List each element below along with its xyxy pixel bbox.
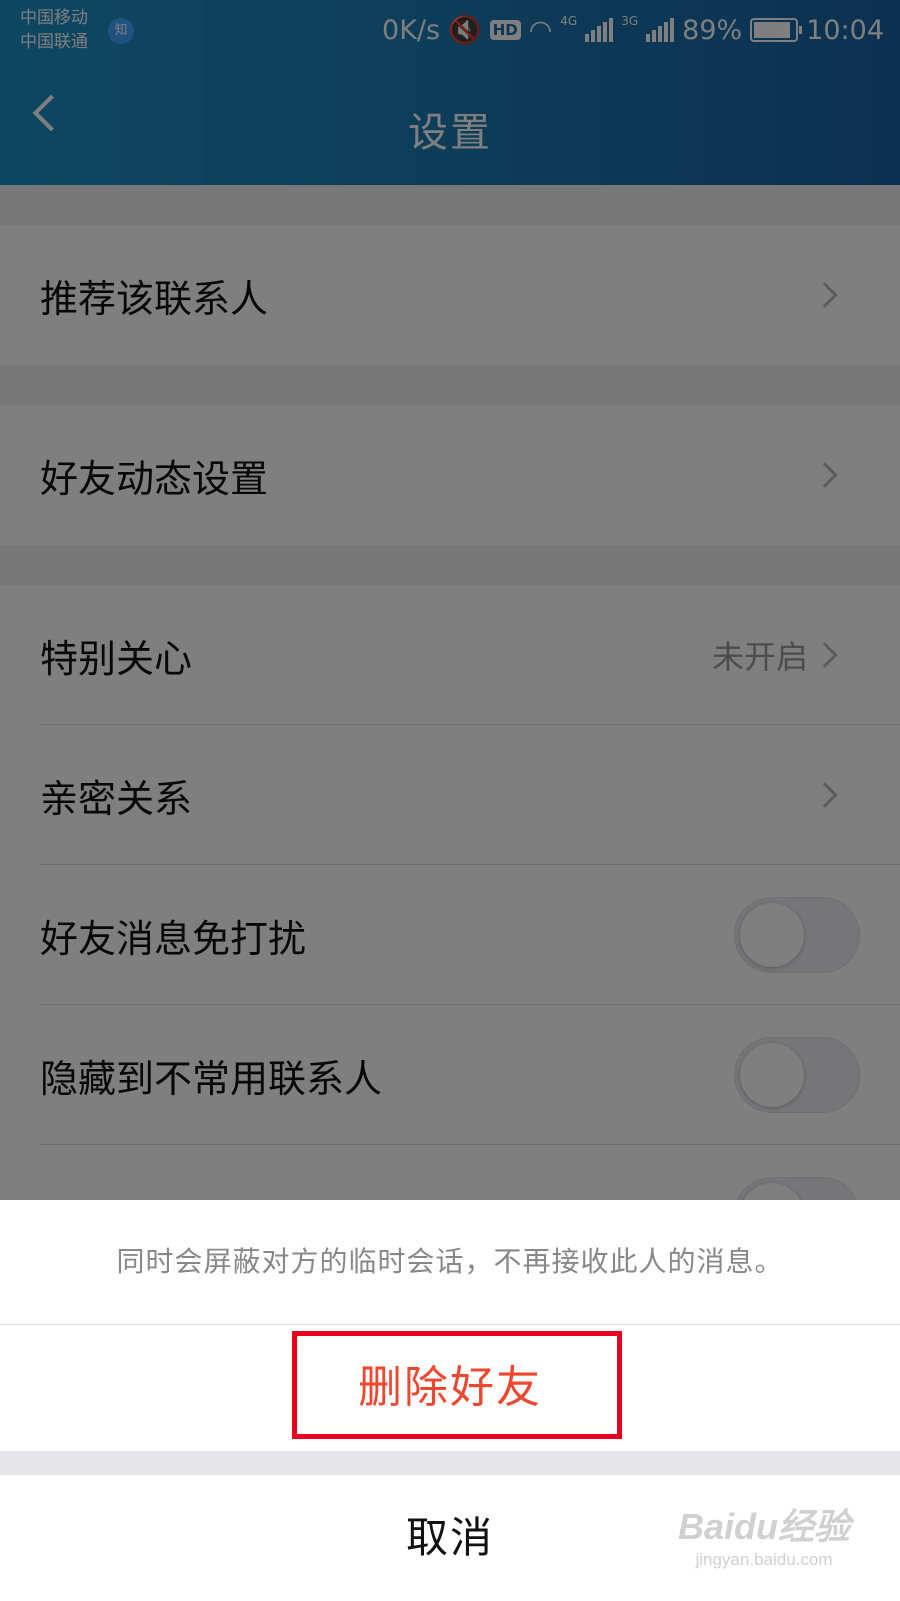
sheet-gap: [0, 1451, 900, 1475]
watermark-url: jingyan.baidu.com: [695, 1550, 833, 1569]
watermark-logo: Baidu经验: [677, 1506, 850, 1547]
sheet-description: 同时会屏蔽对方的临时会话，不再接收此人的消息。: [0, 1200, 900, 1325]
watermark: Baidu经验 jingyan.baidu.com: [678, 1498, 850, 1570]
delete-friend-button[interactable]: 删除好友: [0, 1325, 900, 1451]
highlight-box: [292, 1331, 622, 1439]
